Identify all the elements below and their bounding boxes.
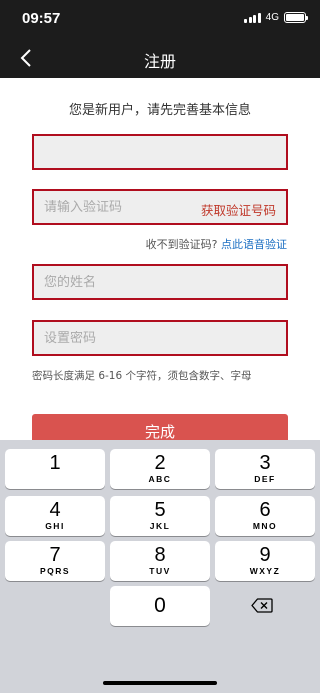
key-letters: ABC bbox=[148, 474, 172, 484]
key-1[interactable]: 1 bbox=[5, 449, 105, 489]
name-input[interactable] bbox=[44, 274, 286, 290]
key-digit: 6 bbox=[259, 499, 271, 521]
key-letters: GHI bbox=[45, 521, 65, 531]
page-title: 注册 bbox=[143, 52, 176, 71]
phone-field[interactable] bbox=[32, 134, 288, 170]
backspace-icon bbox=[251, 597, 273, 613]
network-type: 4G bbox=[265, 12, 279, 23]
status-bar: 09:57 4G bbox=[0, 0, 320, 38]
key-digit: 4 bbox=[49, 499, 61, 521]
key-3[interactable]: 3 DEF bbox=[215, 449, 315, 489]
key-8[interactable]: 8 TUV bbox=[110, 541, 210, 581]
key-digit: 3 bbox=[259, 452, 271, 474]
key-digit: 1 bbox=[49, 452, 61, 474]
nav-bar: 注册 bbox=[0, 38, 320, 78]
key-digit: 5 bbox=[154, 499, 166, 521]
voice-verification-link[interactable]: 点此语音验证 bbox=[221, 238, 287, 251]
password-hint: 密码长度满足 6-16 个字符，须包含数字、字母 bbox=[32, 370, 252, 382]
phone-input[interactable] bbox=[44, 144, 286, 160]
numeric-keyboard: 1 2 ABC 3 DEF 4 GHI 5 JKL 6 MNO 7 PQRS 8 TUV 9W… bbox=[0, 440, 320, 693]
key-0[interactable]: 0 bbox=[110, 586, 210, 626]
key-4[interactable]: 4 GHI bbox=[5, 496, 105, 536]
status-time: 09:57 bbox=[22, 10, 61, 27]
key-digit: 8 bbox=[154, 544, 166, 566]
status-indicators: 4G bbox=[244, 12, 308, 23]
key-letters: WXYZ bbox=[249, 566, 281, 576]
voice-verification-row: 收不到验证码? 点此语音验证 bbox=[146, 236, 287, 252]
key-letters: TUV bbox=[149, 566, 171, 576]
password-field[interactable] bbox=[32, 320, 288, 356]
form-subtitle: 您是新用户，请先完善基本信息 bbox=[68, 103, 251, 118]
home-indicator bbox=[103, 681, 217, 685]
key-digit: 7 bbox=[49, 544, 61, 566]
key-letters: DEF bbox=[254, 474, 276, 484]
name-field[interactable] bbox=[32, 264, 288, 300]
get-code-button[interactable]: 获取验证号码 bbox=[201, 200, 276, 219]
verification-code-field[interactable]: 获取验证号码 bbox=[32, 189, 288, 225]
voice-prompt: 收不到验证码? bbox=[145, 238, 218, 251]
key-digit: 9 bbox=[259, 544, 271, 566]
key-letters: MNO bbox=[252, 521, 278, 531]
key-letters: PQRS bbox=[39, 566, 71, 576]
key-letters: JKL bbox=[149, 521, 171, 531]
cellular-signal-icon bbox=[244, 12, 261, 23]
key-7[interactable]: 7 PQRS bbox=[5, 541, 105, 581]
registration-form: 您是新用户，请先完善基本信息 获取验证号码 收不到验证码? 点此语音验证 密码长… bbox=[0, 78, 320, 450]
key-digit: 2 bbox=[154, 452, 166, 474]
password-input[interactable] bbox=[44, 330, 286, 346]
delete-key[interactable] bbox=[247, 593, 277, 617]
key-5[interactable]: 5 JKL bbox=[110, 496, 210, 536]
key-2[interactable]: 2 ABC bbox=[110, 449, 210, 489]
battery-icon bbox=[284, 12, 308, 23]
key-6[interactable]: 6 MNO bbox=[215, 496, 315, 536]
key-9[interactable]: 9 WXYZ bbox=[215, 541, 315, 581]
key-digit: 0 bbox=[154, 594, 166, 617]
